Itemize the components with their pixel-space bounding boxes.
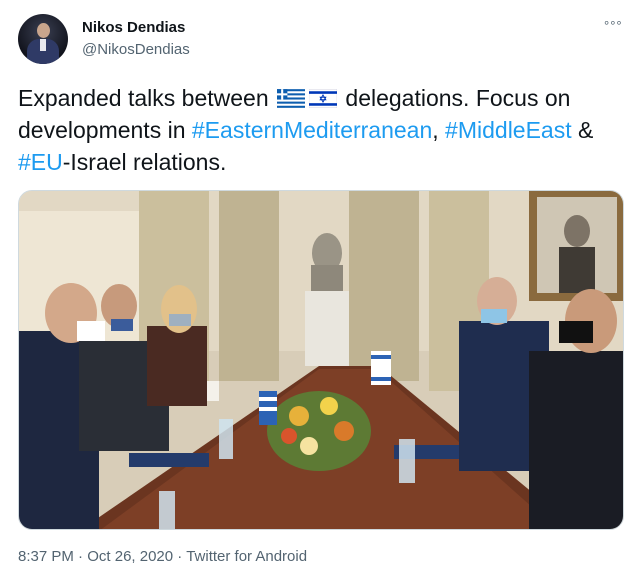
tweet-text-part: & [571, 117, 594, 143]
avatar[interactable] [18, 14, 68, 64]
tweet-date[interactable]: Oct 26, 2020 [87, 548, 173, 565]
hashtag-link[interactable]: #MiddleEast [445, 117, 572, 143]
tweet: Nikos Dendias @NikosDendias °°° Expanded… [0, 0, 640, 580]
tweet-text: Expanded talks between delegations. Focu… [18, 82, 624, 178]
tweet-source: Twitter for Android [186, 548, 308, 565]
meeting-photo-icon [19, 191, 623, 529]
israel-flag-icon [309, 89, 338, 108]
meta-separator: · [73, 548, 88, 565]
more-options-icon[interactable]: °°° [604, 18, 623, 33]
author-name[interactable]: Nikos Dendias [82, 19, 185, 36]
tweet-text-part: -Israel relations. [62, 149, 227, 175]
tweet-text-part: , [432, 117, 446, 143]
greece-flag-icon [277, 89, 306, 108]
tweet-photo[interactable] [18, 190, 624, 530]
tweet-time[interactable]: 8:37 PM [18, 548, 74, 565]
tweet-text-part: Expanded talks between [18, 85, 276, 111]
hashtag-link[interactable]: #EU [18, 149, 63, 175]
author-handle[interactable]: @NikosDendias [82, 41, 190, 58]
meta-separator: · [173, 548, 187, 565]
tweet-metadata: 8:37 PM · Oct 26, 2020 · Twitter for And… [18, 548, 307, 565]
hashtag-link[interactable]: #EasternMediterranean [192, 117, 432, 143]
